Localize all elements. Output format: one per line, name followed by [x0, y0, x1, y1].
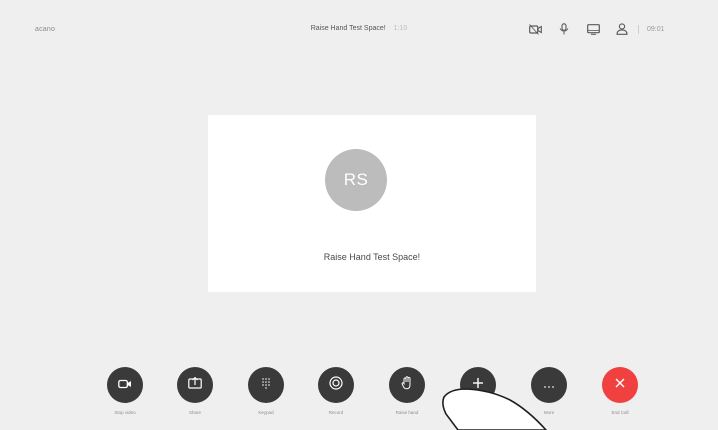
call-duration: 1:10 [393, 25, 408, 32]
end-call-label: End Call [611, 410, 629, 415]
raise-hand-label: Raise hand [395, 410, 419, 415]
display-icon[interactable] [586, 22, 600, 36]
stop-video-label: Stop video [114, 410, 136, 415]
raise-hand-control: Raise hand [382, 367, 432, 415]
end-call-control: End Call [595, 367, 645, 415]
close-icon [614, 376, 626, 394]
participants-icon[interactable] [615, 22, 629, 36]
more-control: More [524, 367, 574, 415]
top-bar: acano Raise Hand Test Space! 1:10 09:01 [0, 0, 718, 56]
stop-video-control: Stop video [100, 367, 150, 415]
more-button[interactable] [531, 367, 567, 403]
call-screen: acano Raise Hand Test Space! 1:10 09:01 … [0, 0, 718, 430]
avatar: RS [325, 149, 387, 211]
record-label: Record [328, 410, 344, 415]
hand-icon [401, 375, 413, 395]
keypad-control: Keypad [241, 367, 291, 415]
top-icons: 09:01 [528, 21, 665, 37]
raise-hand-button[interactable] [389, 367, 425, 403]
share-button[interactable] [177, 367, 213, 403]
share-control: Share [170, 367, 220, 415]
keypad-button[interactable] [248, 367, 284, 403]
end-call-button[interactable] [602, 367, 638, 403]
record-control: Record [311, 367, 361, 415]
more-label: More [543, 410, 555, 415]
video-icon [118, 376, 132, 394]
participant-name: Raise Hand Test Space! [323, 252, 421, 262]
participant-card: RS Raise Hand Test Space! [208, 115, 536, 292]
plus-icon [472, 376, 484, 394]
record-button[interactable] [318, 367, 354, 403]
call-title: Raise Hand Test Space! [310, 25, 386, 32]
add-control [453, 367, 503, 410]
record-icon [329, 375, 343, 395]
more-icon [543, 376, 555, 394]
stop-video-button[interactable] [107, 367, 143, 403]
share-label: Share [188, 410, 201, 415]
call-controls: Stop video Share Keypad Record Raise han… [100, 367, 660, 430]
clock: 09:01 [647, 25, 665, 33]
divider [638, 24, 639, 34]
add-participant-button[interactable] [460, 367, 496, 403]
keypad-icon [261, 376, 271, 394]
share-icon [188, 376, 202, 394]
microphone-icon[interactable] [557, 22, 571, 36]
keypad-label: Keypad [258, 410, 274, 415]
camera-icon[interactable] [528, 22, 542, 36]
